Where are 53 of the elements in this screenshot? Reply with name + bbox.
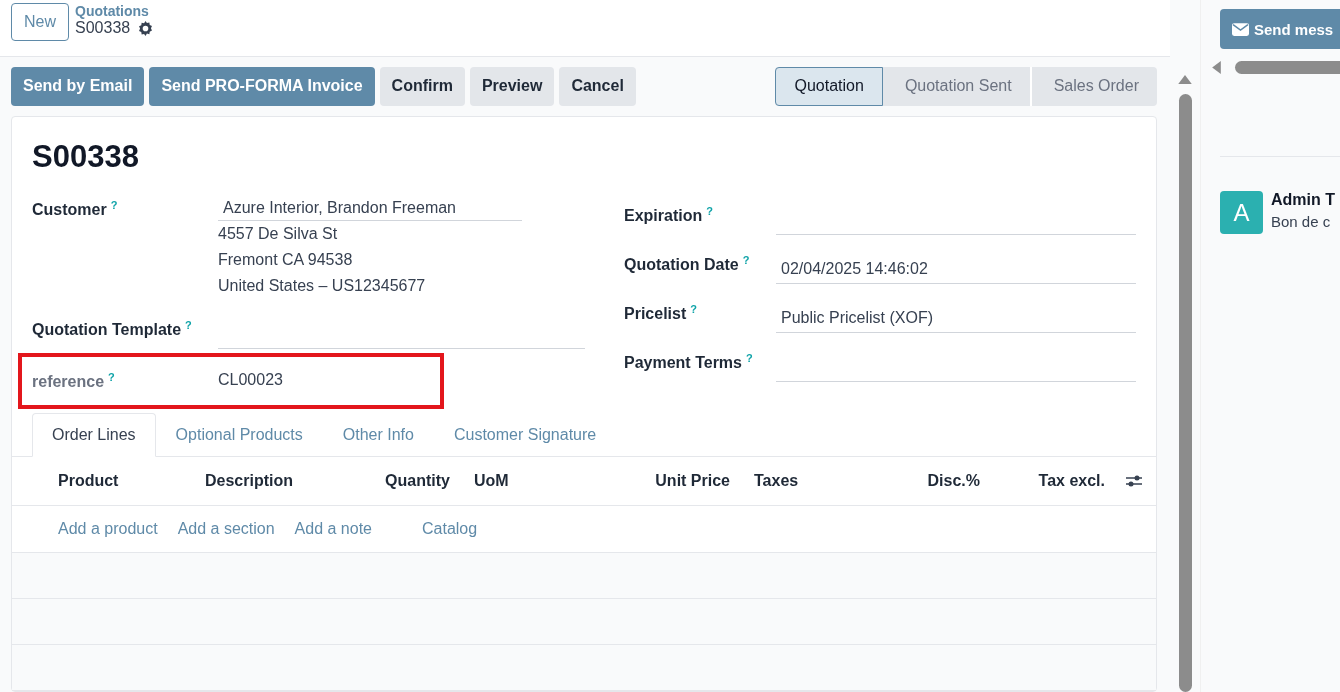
- add-link[interactable]: Add a section: [177, 520, 275, 538]
- message-author: Admin T: [1271, 191, 1335, 209]
- scroll-up-icon[interactable]: [1178, 75, 1192, 84]
- tab[interactable]: Order Lines: [32, 413, 156, 457]
- action-button[interactable]: Cancel: [559, 66, 636, 106]
- column-header[interactable]: UoM: [462, 472, 574, 490]
- action-button[interactable]: Confirm: [379, 66, 465, 106]
- action-button[interactable]: Send PRO-FORMA Invoice: [149, 66, 375, 106]
- column-header[interactable]: Tax excl.: [992, 472, 1117, 490]
- record-title: S00338: [75, 19, 131, 37]
- status-step[interactable]: Sales Order: [1031, 66, 1157, 106]
- address-line: Fremont CA 94538: [218, 249, 354, 270]
- column-header[interactable]: Quantity: [340, 472, 462, 490]
- field-label: reference $^{?}$: [32, 369, 116, 391]
- address-line: United States – US12345677: [218, 275, 427, 296]
- add-link[interactable]: Catalog: [422, 520, 478, 538]
- input-field[interactable]: Public Pricelist (XOF): [776, 298, 1136, 333]
- tab[interactable]: Other Info: [322, 413, 434, 457]
- field-label: Payment Terms $^{?}$: [624, 350, 754, 373]
- action-button[interactable]: Preview: [469, 66, 555, 106]
- column-header[interactable]: Taxes: [742, 472, 864, 490]
- tab[interactable]: Optional Products: [155, 413, 323, 457]
- scrollbar-thumb[interactable]: [1235, 61, 1340, 74]
- action-button[interactable]: Send by Email: [11, 66, 145, 106]
- status-step[interactable]: Quotation: [775, 66, 883, 106]
- scrollbar-thumb[interactable]: [1178, 94, 1192, 692]
- add-link[interactable]: Add a note: [294, 520, 372, 538]
- add-link[interactable]: Add a product: [58, 520, 158, 538]
- envelope-icon: [1232, 22, 1249, 36]
- column-header[interactable]: Description: [193, 472, 340, 490]
- status-step[interactable]: Quotation Sent: [882, 66, 1032, 106]
- avatar: A: [1220, 191, 1263, 234]
- sliders-icon[interactable]: [1125, 474, 1143, 488]
- tab[interactable]: Customer Signature: [433, 413, 617, 457]
- message-text: Bon de c: [1271, 213, 1332, 230]
- send-message-button[interactable]: Send mess: [1220, 9, 1340, 49]
- address-line: 4557 De Silva St: [218, 223, 339, 244]
- column-header[interactable]: Product: [46, 472, 193, 490]
- input-field[interactable]: 02/04/2025 14:46:02: [776, 249, 1136, 284]
- field-label: Quotation Date $^{?}$: [624, 252, 751, 275]
- record-name: S00338: [32, 138, 140, 175]
- breadcrumb-link[interactable]: Quotations: [75, 3, 154, 19]
- settings-icon[interactable]: [138, 20, 154, 36]
- field-label: Pricelist $^{?}$: [624, 301, 698, 324]
- input-field[interactable]: Azure Interior, Brandon Freeman: [218, 194, 522, 221]
- scroll-left-icon[interactable]: [1212, 61, 1221, 74]
- field-label: Quotation Template $^{?}$: [32, 317, 193, 340]
- column-header[interactable]: Disc.%: [864, 472, 992, 490]
- new-button[interactable]: New: [11, 3, 69, 41]
- field-label: Customer $^{?}$: [32, 197, 119, 220]
- field-label: Expiration $^{?}$: [624, 203, 714, 226]
- column-header[interactable]: Unit Price: [574, 472, 742, 490]
- field-value: CL00023: [218, 369, 284, 389]
